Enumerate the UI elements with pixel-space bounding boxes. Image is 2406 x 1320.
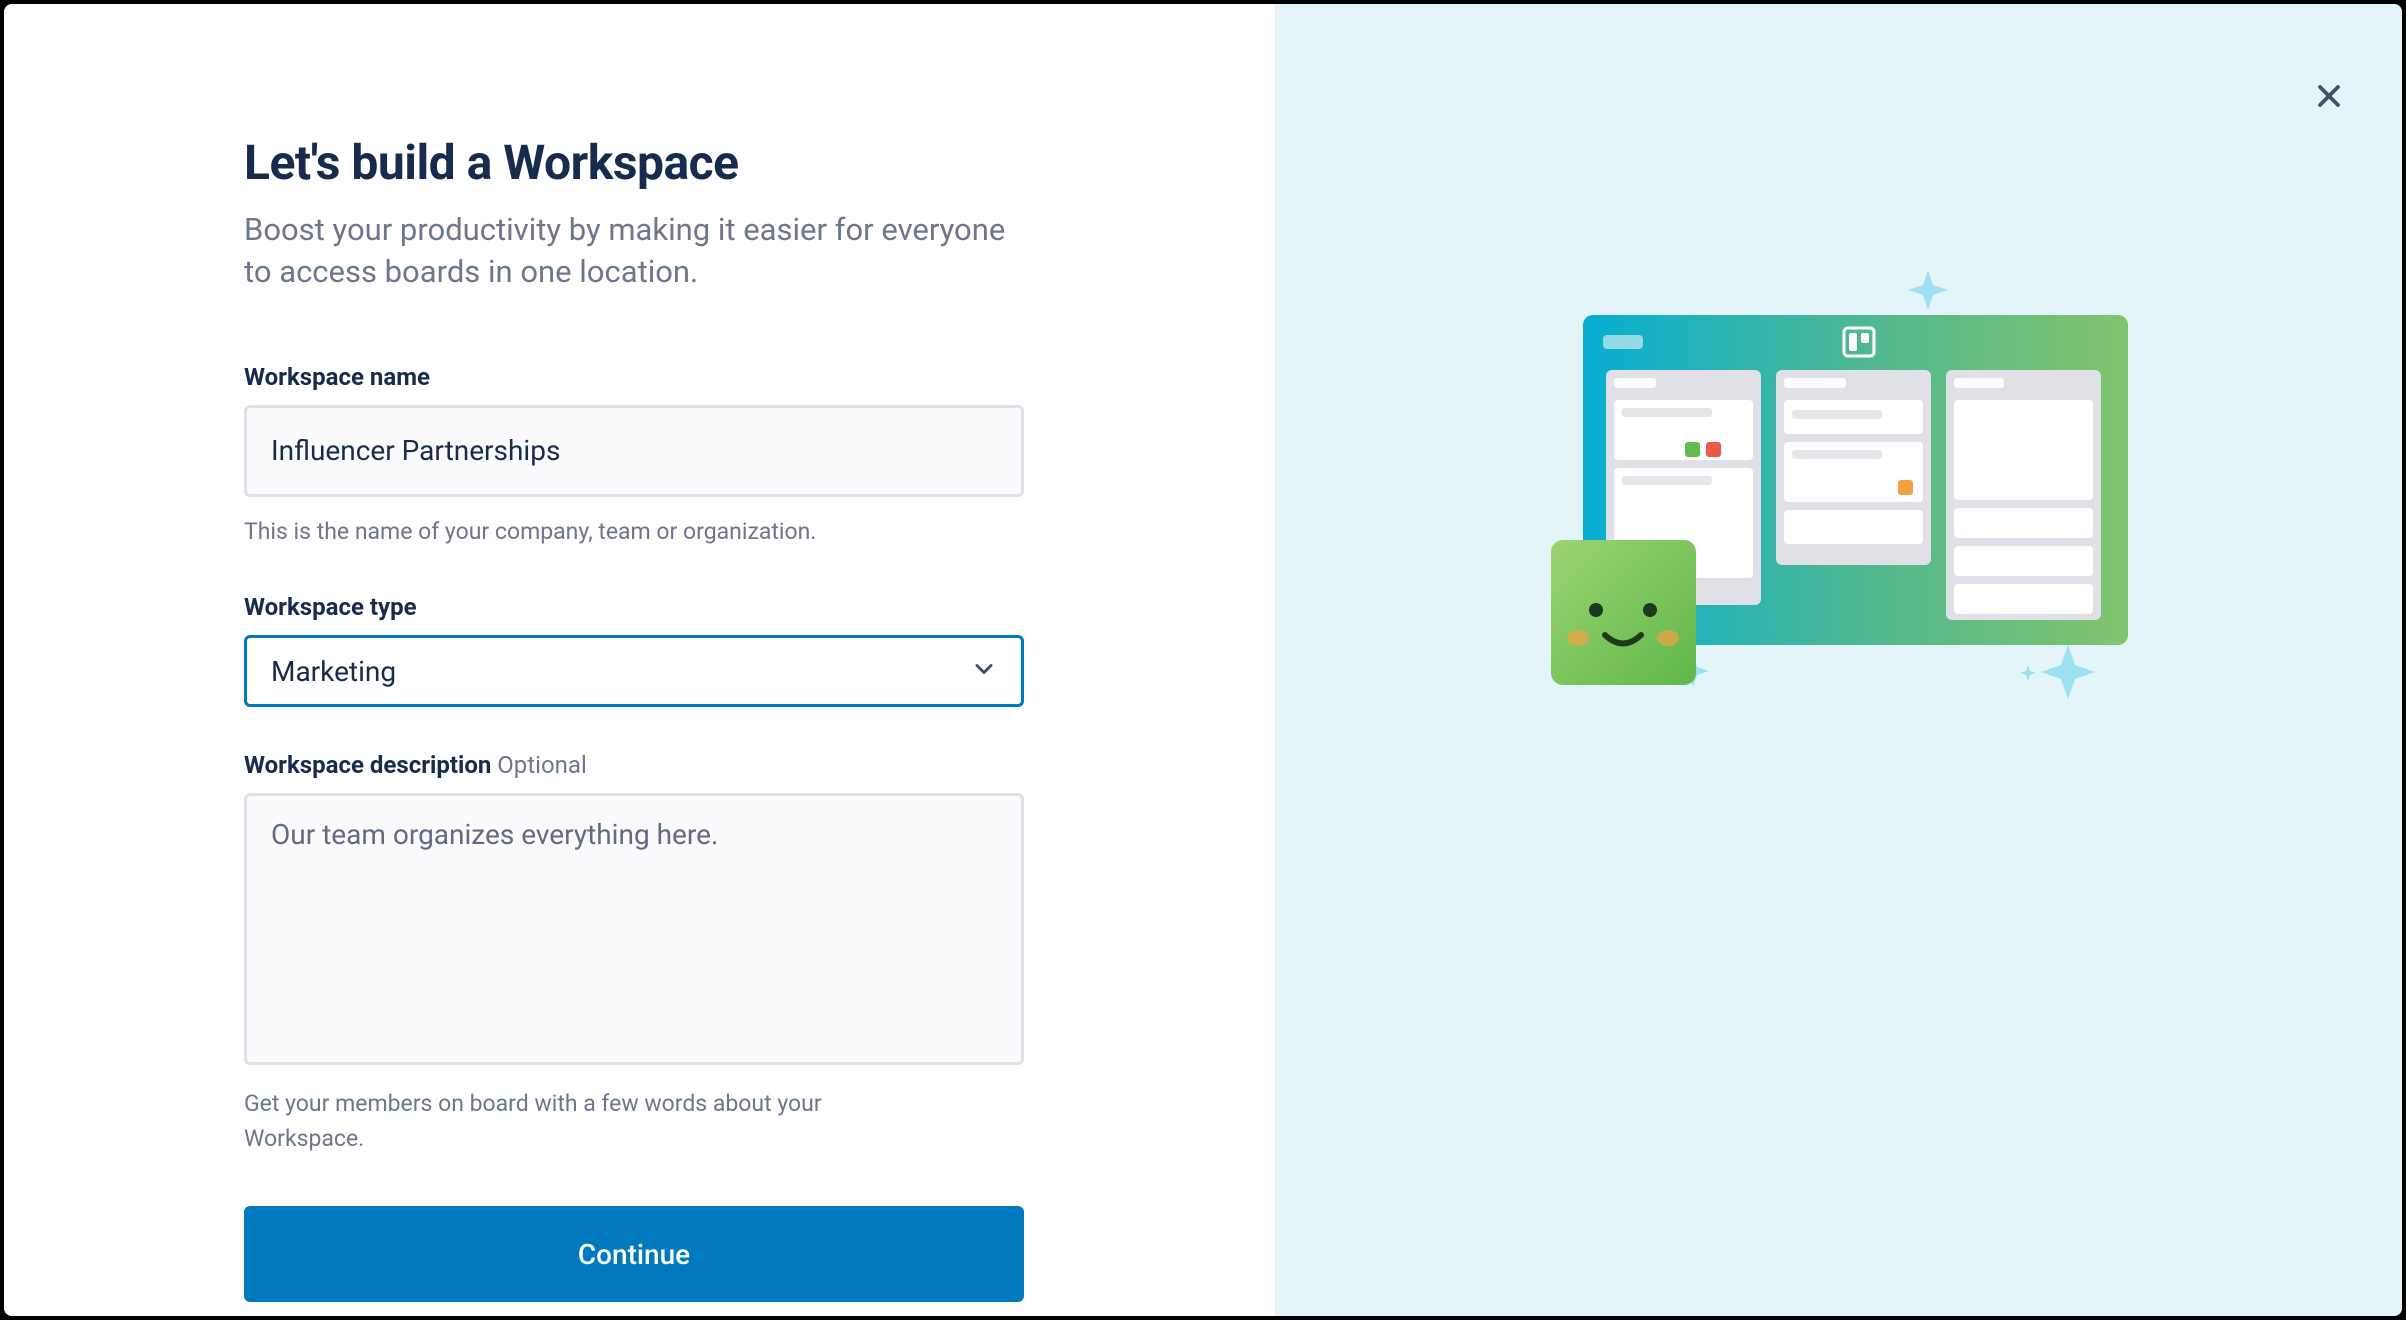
workspace-name-helper: This is the name of your company, team o… [244, 515, 944, 550]
illustration-panel [1275, 4, 2402, 1316]
form-panel: Let's build a Workspace Boost your produ… [4, 4, 1275, 1316]
close-icon [2311, 78, 2347, 117]
workspace-name-label: Workspace name [244, 363, 1075, 391]
workspace-description-input[interactable] [244, 793, 1024, 1065]
workspace-description-group: Workspace description Optional Get your … [244, 751, 1075, 1156]
workspace-name-group: Workspace name This is the name of your … [244, 363, 1075, 550]
workspace-name-input[interactable] [244, 405, 1024, 497]
workspace-description-optional: Optional [497, 751, 587, 779]
workspace-modal: Let's build a Workspace Boost your produ… [4, 4, 2402, 1316]
workspace-type-group: Workspace type Marketing [244, 593, 1075, 707]
continue-button[interactable]: Continue [244, 1206, 1024, 1302]
board-illustration [1528, 250, 2148, 670]
modal-subheading: Boost your productivity by making it eas… [244, 209, 1024, 293]
workspace-description-helper: Get your members on board with a few wor… [244, 1087, 944, 1156]
workspace-description-label-text: Workspace description [244, 751, 491, 779]
modal-heading: Let's build a Workspace [244, 134, 1075, 191]
workspace-type-label: Workspace type [244, 593, 1075, 621]
workspace-type-select[interactable]: Marketing [244, 635, 1024, 707]
workspace-type-select-wrapper: Marketing [244, 635, 1024, 707]
workspace-description-label: Workspace description Optional [244, 751, 1075, 779]
close-button[interactable] [2301, 69, 2357, 125]
